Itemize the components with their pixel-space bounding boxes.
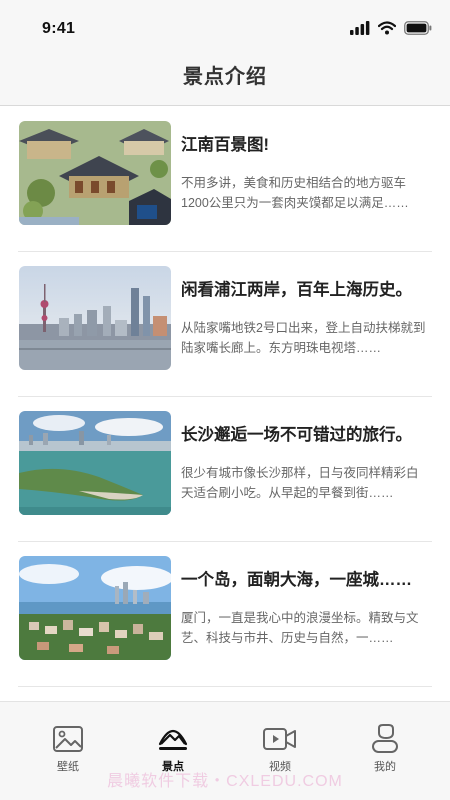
article-thumbnail — [19, 411, 171, 515]
attraction-list[interactable]: 江南百景图! 不用多讲，美食和历史相结合的地方驱车1200公里只为一套肉夹馍都足… — [0, 107, 450, 701]
article-description: 厦门，一直是我心中的浪漫坐标。精致与文艺、科技与市井、历史与自然，一…… — [181, 611, 419, 645]
changsha-river-image — [19, 411, 171, 515]
status-time: 9:41 — [42, 20, 76, 37]
status-bar: 9:41 — [0, 0, 450, 52]
article-title: 江南百景图! — [181, 136, 269, 154]
article-title: 一个岛，面朝大海，一座城…… — [181, 571, 412, 589]
article-description: 从陆家嘴地铁2号口出来，登上自动扶梯就到陆家嘴长廊上。东方明珠电视塔…… — [181, 321, 426, 355]
article-thumbnail — [19, 556, 171, 660]
article-description: 很少有城市像长沙那样，日与夜同样精彩白天适合刷小吃。从早起的早餐到街…… — [181, 466, 419, 500]
list-item[interactable]: 江南百景图! 不用多讲，美食和历史相结合的地方驱车1200公里只为一套肉夹馍都足… — [18, 107, 432, 252]
user-icon — [372, 724, 398, 753]
image-icon — [53, 726, 83, 752]
list-item[interactable]: 一个岛，面朝大海，一座城…… 厦门，一直是我心中的浪漫坐标。精致与文艺、科技与市… — [18, 542, 432, 687]
landscape-icon — [158, 729, 188, 750]
article-thumbnail — [19, 266, 171, 370]
video-icon — [263, 728, 296, 750]
article-description: 不用多讲，美食和历史相结合的地方驱车1200公里只为一套肉夹馍都足以满足…… — [181, 176, 409, 210]
cellular-signal-icon — [350, 21, 370, 35]
status-icons — [350, 20, 432, 36]
article-title: 长沙邂逅一场不可错过的旅行。 — [181, 426, 412, 444]
list-item[interactable] — [18, 687, 432, 701]
battery-icon — [404, 21, 432, 35]
jiangnan-illustration-image — [19, 121, 171, 225]
xiamen-island-image — [19, 556, 171, 660]
list-item[interactable]: 闲看浦江两岸，百年上海历史。 从陆家嘴地铁2号口出来，登上自动扶梯就到陆家嘴长廊… — [18, 252, 432, 397]
watermark: 晨曦软件下载・CXLEDU.COM — [107, 773, 343, 790]
article-thumbnail — [19, 121, 171, 225]
page-title: 景点介绍 — [183, 66, 267, 88]
navigation-bar: 景点介绍 — [0, 52, 450, 106]
shanghai-skyline-image — [19, 266, 171, 370]
article-title: 闲看浦江两岸，百年上海历史。 — [181, 281, 412, 299]
wifi-icon — [378, 21, 396, 35]
list-item[interactable]: 长沙邂逅一场不可错过的旅行。 很少有城市像长沙那样，日与夜同样精彩白天适合刷小吃… — [18, 397, 432, 542]
